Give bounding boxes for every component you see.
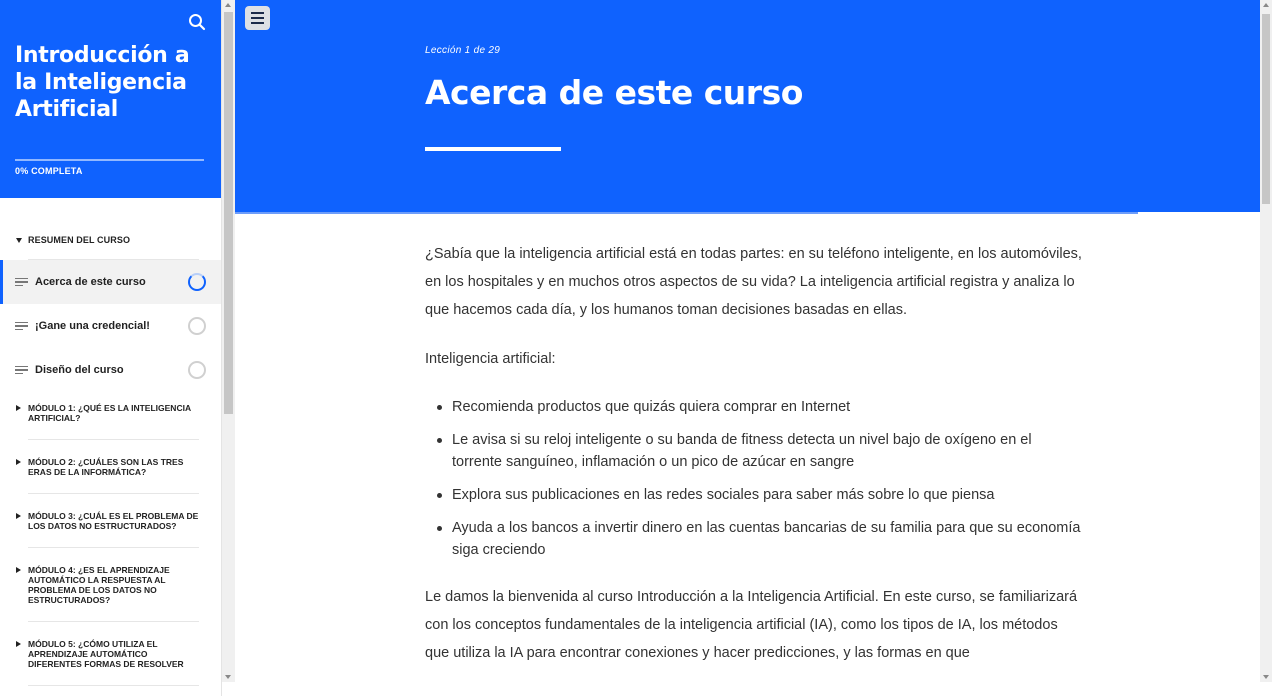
course-sidebar: Introducción a la Inteligencia Artificia… [0, 0, 222, 696]
scroll-down-arrow-icon[interactable] [225, 675, 231, 679]
search-icon[interactable] [187, 12, 207, 32]
lesson-lines-icon [15, 276, 28, 289]
lesson-label: Diseño del curso [35, 364, 124, 376]
module-toggle[interactable]: MÓDULO 5: ¿CÓMO UTILIZA EL APRENDIZAJE A… [0, 630, 221, 678]
list-item: Recomienda productos que quizás quiera c… [425, 396, 1085, 418]
lesson-label: ¡Gane una credencial! [35, 320, 150, 332]
divider [28, 439, 199, 440]
lesson-list: Acerca de este curso ¡Gane una credencial… [0, 260, 221, 392]
scroll-up-arrow-icon[interactable] [1262, 3, 1269, 7]
list-item: Le avisa si su reloj inteligente o su ba… [425, 429, 1085, 473]
module-label: MÓDULO 3: ¿CUÁL ES EL PROBLEMA DE LOS DA… [28, 511, 199, 531]
scroll-down-arrow-icon[interactable] [1262, 675, 1269, 679]
module-list: MÓDULO 1: ¿QUÉ ES LA INTELIGENCIA ARTIFI… [0, 392, 221, 686]
section-label: RESUMEN DEL CURSO [28, 235, 131, 245]
progress-circle-icon [188, 317, 206, 335]
lesson-lines-icon [15, 364, 28, 377]
lesson-main: Lección 1 de 29 Acerca de este curso ¿Sa… [235, 0, 1260, 696]
scroll-up-arrow-icon[interactable] [225, 3, 231, 7]
list-item: Explora sus publicaciones en las redes s… [425, 484, 1085, 506]
lesson-title: Acerca de este curso [425, 73, 803, 112]
module-label: MÓDULO 1: ¿QUÉ ES LA INTELIGENCIA ARTIFI… [28, 403, 191, 423]
course-outline: RESUMEN DEL CURSO Acerca de este curso ¡G… [0, 198, 221, 686]
module-section: MÓDULO 3: ¿CUÁL ES EL PROBLEMA DE LOS DA… [0, 500, 221, 548]
lesson-header: Lección 1 de 29 Acerca de este curso [235, 0, 1260, 212]
page-scrollbar[interactable] [1260, 0, 1272, 682]
caret-right-icon [16, 459, 21, 465]
module-section: MÓDULO 5: ¿CÓMO UTILIZA EL APRENDIZAJE A… [0, 628, 221, 686]
hamburger-menu-icon[interactable] [245, 6, 270, 30]
sidebar-scrollbar-thumb[interactable] [224, 12, 233, 414]
divider [28, 621, 199, 622]
caret-right-icon [16, 567, 21, 573]
sidebar-header: Introducción a la Inteligencia Artificia… [0, 0, 221, 198]
caret-right-icon [16, 513, 21, 519]
progress-circle-icon [188, 273, 206, 291]
list-intro: Inteligencia artificial: [425, 351, 556, 367]
caret-down-icon [16, 237, 22, 243]
caret-right-icon [16, 641, 21, 647]
page-scrollbar-thumb[interactable] [1262, 14, 1270, 204]
sidebar-lesson-item[interactable]: Acerca de este curso [0, 260, 221, 304]
lesson-counter: Lección 1 de 29 [425, 45, 501, 56]
module-toggle[interactable]: MÓDULO 1: ¿QUÉ ES LA INTELIGENCIA ARTIFI… [0, 394, 221, 432]
caret-right-icon [16, 405, 21, 411]
header-bottom-line [235, 212, 1138, 214]
divider [28, 547, 199, 548]
module-label: MÓDULO 2: ¿CUÁLES SON LAS TRES ERAS DE L… [28, 457, 184, 477]
sidebar-scrollbar[interactable] [222, 0, 235, 682]
module-label: MÓDULO 5: ¿CÓMO UTILIZA EL APRENDIZAJE A… [28, 639, 184, 669]
lesson-lines-icon [15, 320, 28, 333]
progress-bar [15, 159, 204, 161]
module-section: MÓDULO 1: ¿QUÉ ES LA INTELIGENCIA ARTIFI… [0, 392, 221, 440]
intro-paragraph: ¿Sabía que la inteligencia artificial es… [425, 246, 1082, 318]
lesson-label: Acerca de este curso [35, 276, 146, 288]
sidebar-lesson-item[interactable]: Diseño del curso [0, 348, 221, 392]
divider [28, 493, 199, 494]
module-section: MÓDULO 4: ¿ES EL APRENDIZAJE AUTOMÁTICO … [0, 554, 221, 622]
module-toggle[interactable]: MÓDULO 2: ¿CUÁLES SON LAS TRES ERAS DE L… [0, 448, 221, 486]
divider [28, 685, 199, 686]
module-toggle[interactable]: MÓDULO 4: ¿ES EL APRENDIZAJE AUTOMÁTICO … [0, 556, 221, 614]
ai-uses-list: Recomienda productos que quizás quiera c… [425, 396, 1085, 561]
progress-label: 0% COMPLETA [15, 166, 83, 176]
lesson-content: ¿Sabía que la inteligencia artificial es… [425, 240, 1085, 667]
course-title: Introducción a la Inteligencia Artificia… [15, 43, 190, 122]
progress-circle-icon [188, 361, 206, 379]
module-label: MÓDULO 4: ¿ES EL APRENDIZAJE AUTOMÁTICO … [28, 565, 170, 605]
module-toggle[interactable]: MÓDULO 3: ¿CUÁL ES EL PROBLEMA DE LOS DA… [0, 502, 221, 540]
sidebar-lesson-item[interactable]: ¡Gane una credencial! [0, 304, 221, 348]
section-toggle-course-summary[interactable]: RESUMEN DEL CURSO [0, 228, 221, 252]
list-item: Ayuda a los bancos a invertir dinero en … [425, 517, 1085, 561]
welcome-paragraph: Le damos la bienvenida al curso Introduc… [425, 589, 1078, 661]
title-underline [425, 147, 561, 151]
module-section: MÓDULO 2: ¿CUÁLES SON LAS TRES ERAS DE L… [0, 446, 221, 494]
